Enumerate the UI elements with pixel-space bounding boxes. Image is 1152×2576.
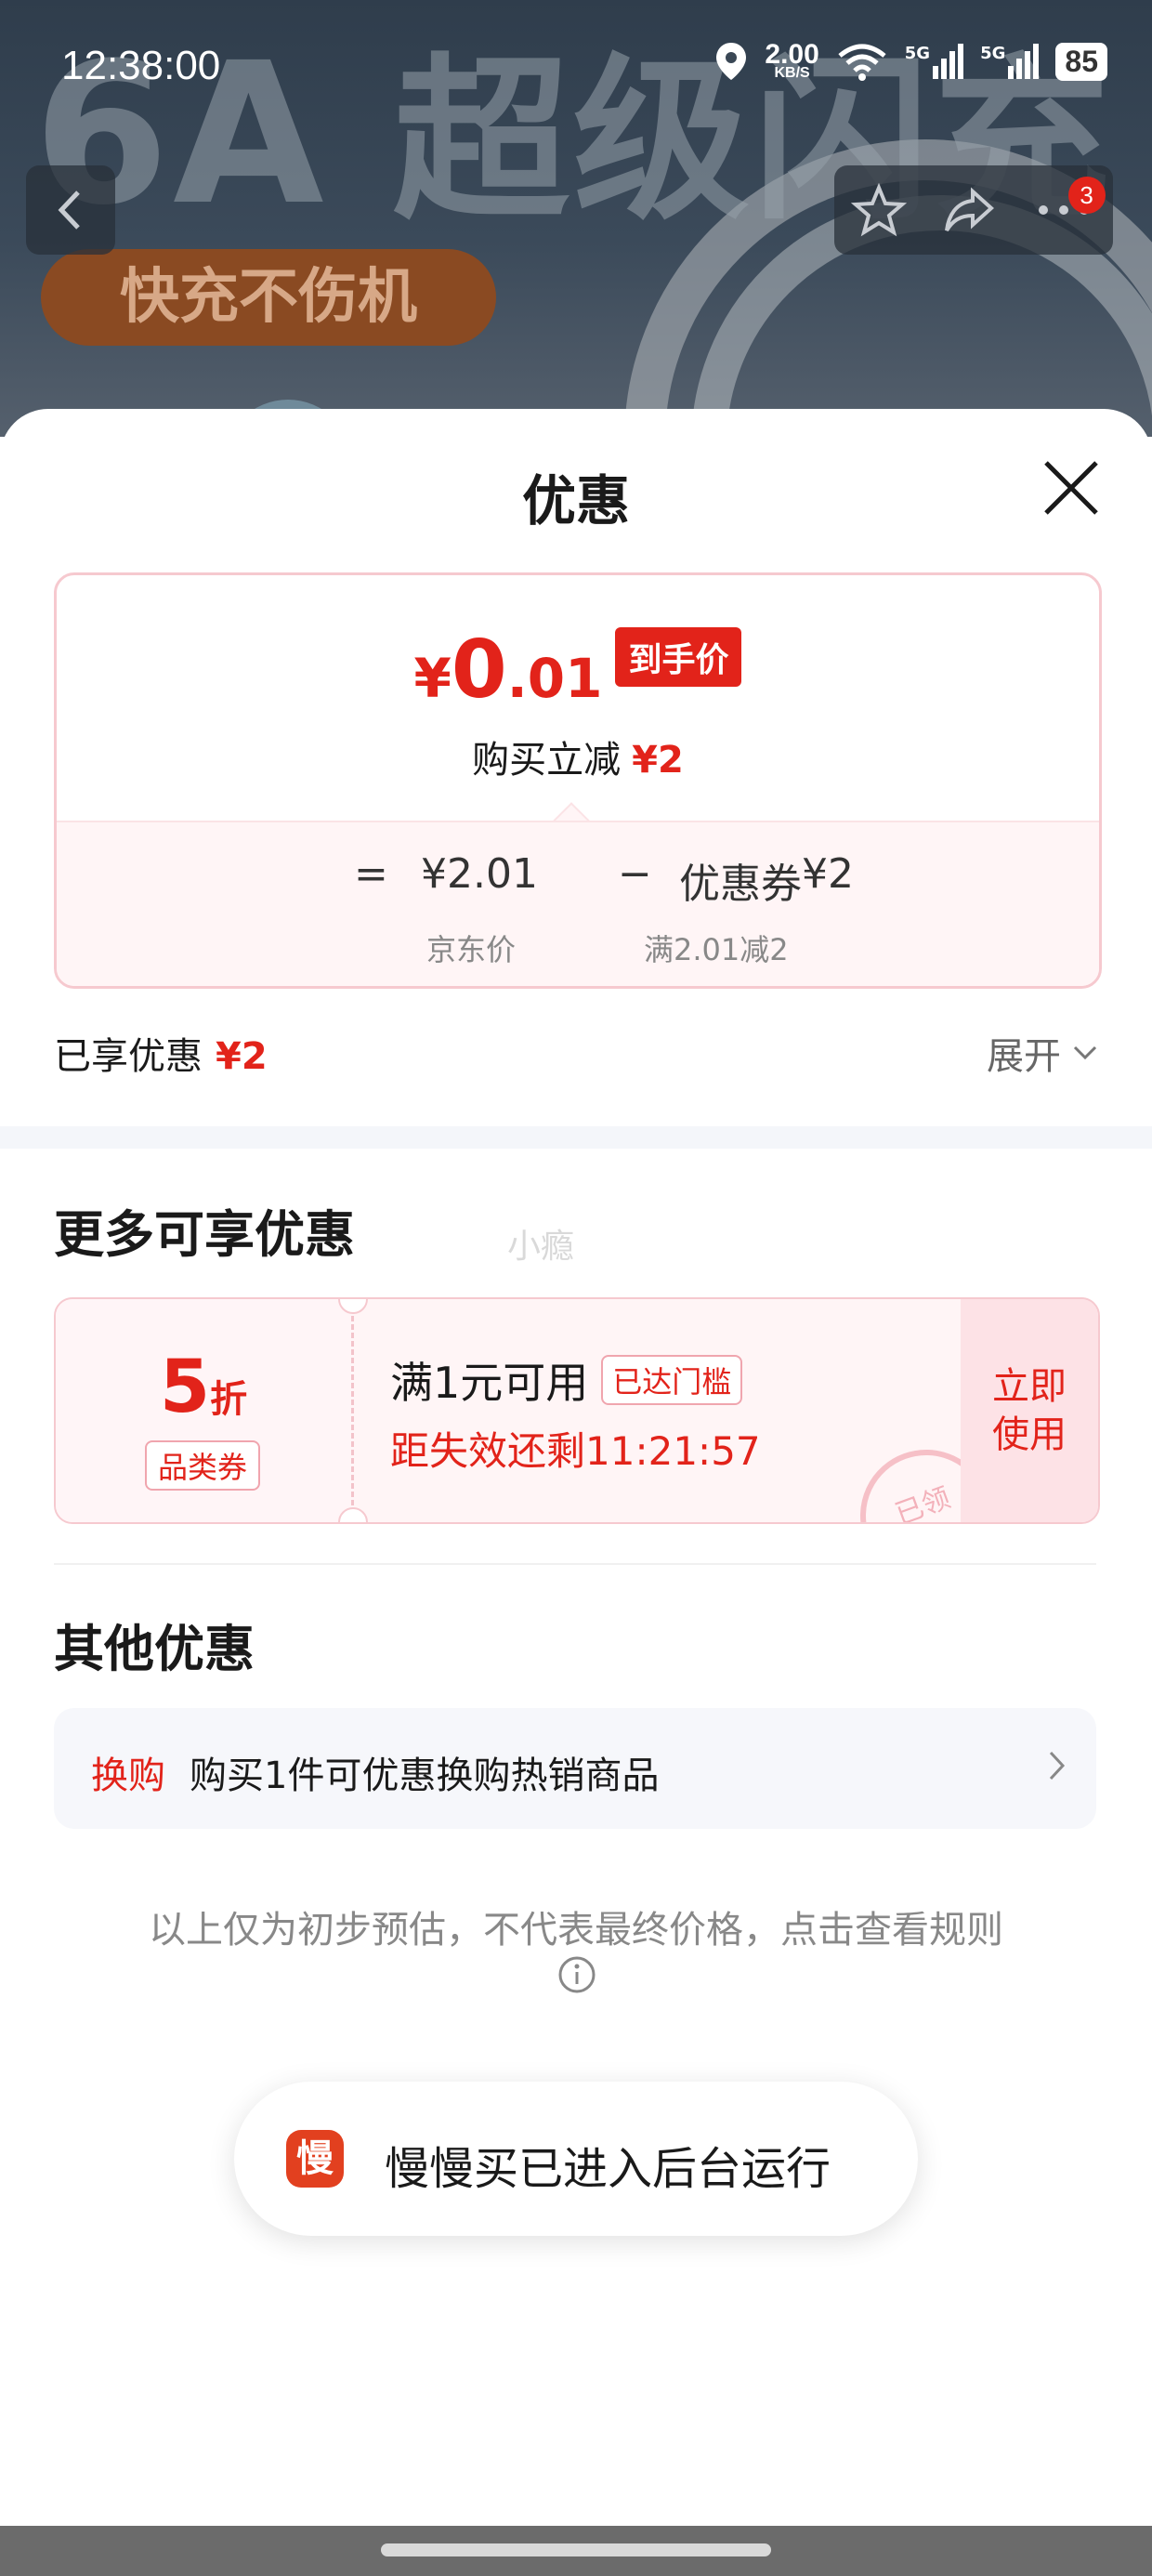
trade-in-tag: 换购 — [91, 1755, 165, 1797]
threshold-reached-tag: 已达门槛 — [601, 1355, 743, 1405]
coupon-caption: 满2.01减2 — [644, 932, 789, 967]
coupon-details: 满1元可用 已达门槛 距失效还剩11:21:57 — [390, 1349, 761, 1477]
share-icon[interactable] — [941, 182, 997, 238]
more-discounts-title: 更多可享优惠 — [54, 1205, 355, 1264]
chevron-down-icon — [1073, 1045, 1097, 1060]
final-price-tag: 到手价 — [615, 627, 742, 687]
coupon-type-badge: 品类券 — [145, 1440, 261, 1491]
price-card: ¥0.01 到手价 购买立减 ¥2 = ¥2.01 − 优惠券 ¥2 京东价 满2.… — [54, 572, 1102, 989]
star-icon[interactable] — [851, 182, 908, 238]
watermark: 小瘾 — [507, 1228, 575, 1266]
status-icons: 2.00 KB/S 5G 5G 85 — [714, 41, 1107, 82]
coupon-amount: ¥2 — [802, 850, 854, 898]
background-run-toast: 慢 慢慢买已进入后台运行 — [234, 2082, 918, 2236]
instant-reduction: 购买立减 ¥2 — [472, 739, 684, 782]
cell-signal-1: 5G — [905, 44, 964, 79]
expand-button[interactable]: 展开 — [987, 1026, 1098, 1080]
top-actions: 3 — [834, 165, 1113, 255]
toast-text: 慢慢买已进入后台运行 — [385, 2143, 831, 2195]
battery-indicator: 85 — [1055, 42, 1107, 81]
discount-sheet: 优惠 ¥0.01 到手价 购买立减 ¥2 = ¥2.01 − 优惠券 ¥2 京东价 … — [0, 409, 1152, 2576]
price-breakdown: = ¥2.01 − 优惠券 ¥2 京东价 满2.01减2 — [57, 821, 1099, 986]
trade-in-row[interactable]: 换购 购买1件可优惠换购热销商品 — [54, 1708, 1096, 1829]
cell-signal-2: 5G — [980, 44, 1040, 79]
equals-sign: = — [354, 850, 388, 898]
coupon-label: 优惠券 — [679, 861, 802, 908]
info-icon[interactable] — [557, 1955, 596, 1994]
minus-sign: − — [618, 850, 652, 898]
enjoyed-discount: 已享优惠 ¥2 — [54, 1035, 268, 1078]
status-bar: 12:38:00 2.00 KB/S 5G 5G 85 — [0, 0, 1152, 130]
coupon-value: 5折 — [159, 1346, 248, 1429]
status-time: 12:38:00 — [61, 43, 221, 88]
sheet-title: 优惠 — [521, 469, 630, 532]
section-divider — [0, 1126, 1152, 1149]
final-price: ¥0.01 到手价 — [57, 624, 1099, 716]
coupon-notch — [338, 1507, 368, 1522]
coupon-card[interactable]: 5折 品类券 满1元可用 已达门槛 距失效还剩11:21:57 已领 立即 使用 — [54, 1297, 1100, 1524]
divider — [54, 1563, 1096, 1565]
close-icon[interactable] — [1039, 455, 1104, 520]
wifi-icon — [838, 44, 886, 81]
hero-pill: 快充不伤机 — [41, 249, 496, 346]
chevron-left-icon — [58, 191, 80, 230]
base-price: ¥2.01 — [421, 850, 538, 898]
location-icon — [716, 43, 747, 80]
net-speed: 2.00 KB/S — [765, 39, 819, 82]
use-now-button[interactable]: 立即 使用 — [961, 1299, 1098, 1522]
app-logo-icon: 慢 — [286, 2130, 344, 2188]
base-price-caption: 京东价 — [426, 932, 517, 967]
trade-in-text: 购买1件可优惠换购热销商品 — [190, 1755, 660, 1797]
coupon-countdown: 距失效还剩11:21:57 — [390, 1428, 761, 1474]
chevron-right-icon — [1049, 1751, 1066, 1781]
disclaimer-text[interactable]: 以上仅为初步预估，不代表最终价格，点击查看规则 — [0, 1899, 1152, 1953]
home-indicator[interactable] — [381, 2543, 771, 2556]
coupon-value-panel: 5折 品类券 — [56, 1299, 354, 1522]
notification-badge: 3 — [1067, 177, 1106, 214]
other-discounts-title: 其他优惠 — [54, 1620, 255, 1678]
coupon-condition: 满1元可用 已达门槛 — [390, 1349, 761, 1411]
more-button[interactable]: 3 — [1031, 177, 1106, 238]
back-button[interactable] — [26, 165, 115, 255]
